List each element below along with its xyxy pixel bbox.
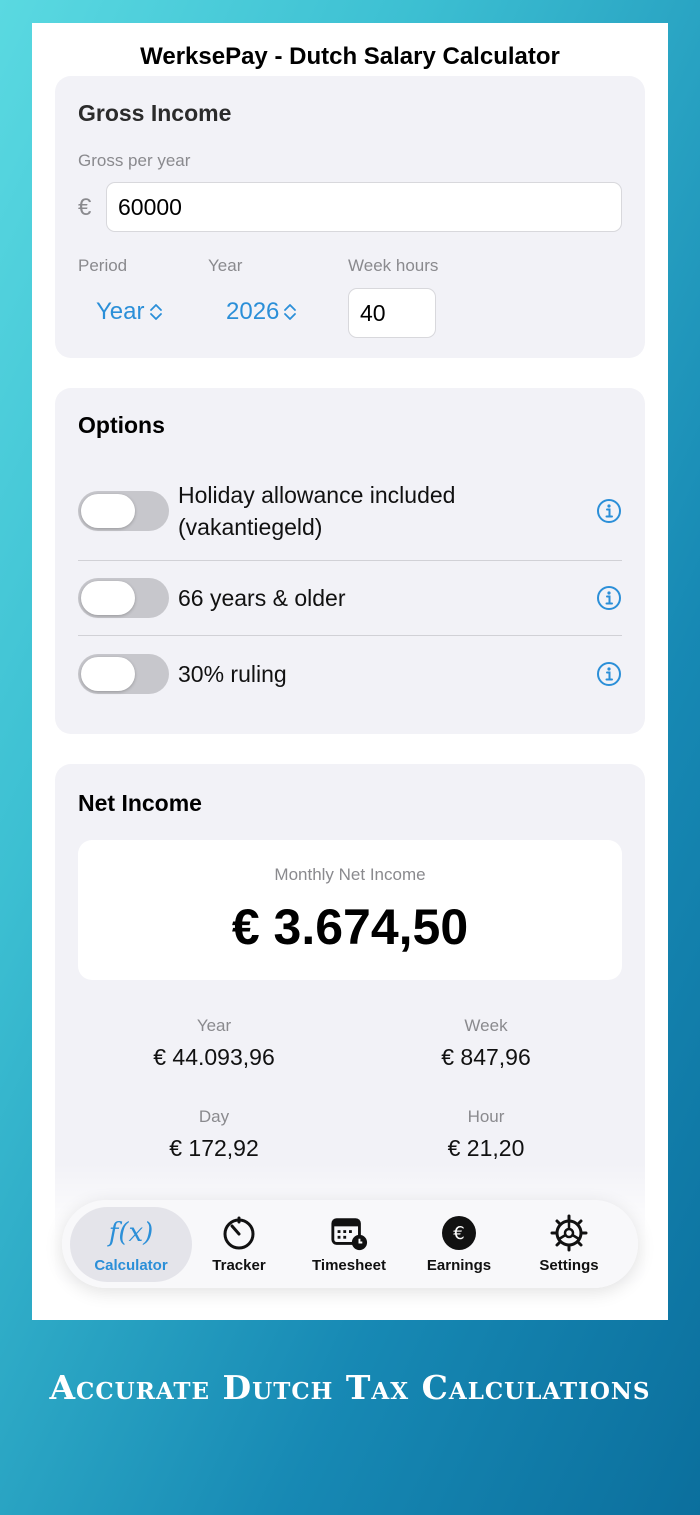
net-income-heading: Net Income [78, 790, 202, 816]
holiday-allowance-label: Holiday allowance included (vakantiegeld… [178, 482, 456, 540]
stat-day: Day € 172,92 [78, 1107, 350, 1162]
options-heading: Options [78, 412, 165, 438]
info-icon[interactable] [596, 498, 622, 524]
age-66-label: 66 years & older [178, 585, 346, 611]
monthly-net-label: Monthly Net Income [274, 865, 426, 884]
divider [78, 635, 622, 636]
tab-calculator-label: Calculator [94, 1257, 168, 1274]
tab-timesheet-label: Timesheet [312, 1257, 386, 1274]
svg-text:€: € [453, 1223, 464, 1244]
stat-hour-value: € 21,20 [447, 1135, 525, 1161]
calendar-clock-icon [330, 1214, 368, 1252]
tab-earnings[interactable]: € Earnings [404, 1200, 514, 1288]
tab-bar: f(x) Calculator Tracker Timesheet € Earn… [62, 1200, 638, 1288]
options-card: Options Holiday allowance included (vaka… [55, 388, 645, 734]
option-row-66-years: 66 years & older [78, 578, 622, 618]
week-hours-input[interactable]: 40 [348, 288, 436, 338]
function-icon: f(x) [108, 1218, 154, 1248]
tab-earnings-label: Earnings [426, 1257, 492, 1274]
stat-hour: Hour € 21,20 [350, 1107, 622, 1162]
period-picker-value: Year [96, 298, 145, 325]
tab-tracker-label: Tracker [212, 1257, 266, 1274]
tab-settings[interactable]: Settings [514, 1200, 624, 1288]
promo-tagline: Accurate Dutch Tax Calculations [49, 1368, 651, 1407]
stat-week-label: Week [464, 1016, 508, 1035]
option-row-30-ruling: 30% ruling [78, 654, 622, 694]
stat-year-label: Year [196, 1016, 232, 1035]
year-picker[interactable]: 2026 [226, 298, 297, 326]
ruling-30-label: 30% ruling [178, 661, 287, 687]
ruling-30-toggle[interactable] [78, 654, 169, 694]
gear-icon [550, 1214, 588, 1252]
option-row-holiday-allowance: Holiday allowance included (vakantiegeld… [78, 481, 622, 541]
chevron-up-down-icon [284, 304, 297, 320]
toggle-knob [81, 581, 135, 615]
stat-year-value: € 44.093,96 [153, 1044, 275, 1070]
tab-settings-label: Settings [539, 1257, 599, 1274]
currency-symbol: € [78, 194, 92, 221]
stat-week: Week € 847,96 [350, 1016, 622, 1071]
page-title: WerksePay - Dutch Salary Calculator [140, 43, 560, 70]
age-66-toggle[interactable] [78, 578, 169, 618]
gross-amount-value: 60000 [118, 193, 182, 220]
gross-amount-input[interactable]: 60000 [106, 182, 622, 232]
monthly-net-box: Monthly Net Income € 3.674,50 [78, 840, 622, 980]
stat-hour-label: Hour [467, 1107, 505, 1126]
week-hours-value: 40 [360, 299, 386, 326]
period-picker[interactable]: Year [96, 298, 163, 326]
year-label: Year [208, 256, 243, 275]
stat-day-label: Day [198, 1107, 230, 1126]
gross-income-card: Gross Income Gross per year € 60000 Peri… [55, 76, 645, 358]
stat-year: Year € 44.093,96 [78, 1016, 350, 1071]
toggle-knob [81, 494, 135, 528]
info-icon[interactable] [596, 585, 622, 611]
stat-week-value: € 847,96 [441, 1044, 531, 1070]
divider [78, 560, 622, 561]
week-hours-label: Week hours [348, 256, 439, 275]
info-icon[interactable] [596, 661, 622, 687]
gross-income-heading: Gross Income [78, 100, 232, 126]
holiday-allowance-toggle[interactable] [78, 491, 169, 531]
chevron-up-down-icon [149, 304, 162, 320]
year-picker-value: 2026 [226, 298, 280, 325]
gross-per-year-label: Gross per year [78, 151, 191, 170]
tab-timesheet[interactable]: Timesheet [294, 1200, 404, 1288]
tab-tracker[interactable]: Tracker [184, 1200, 294, 1288]
toggle-knob [81, 657, 135, 691]
app-screen: WerksePay - Dutch Salary Calculator Gros… [32, 23, 668, 1320]
monthly-net-value: € 3.674,50 [231, 899, 469, 955]
timer-icon [220, 1214, 258, 1252]
euro-circle-icon: € [440, 1214, 478, 1252]
stat-day-value: € 172,92 [169, 1135, 259, 1161]
period-label: Period [78, 256, 128, 275]
tab-calculator[interactable]: f(x) Calculator [76, 1200, 186, 1288]
